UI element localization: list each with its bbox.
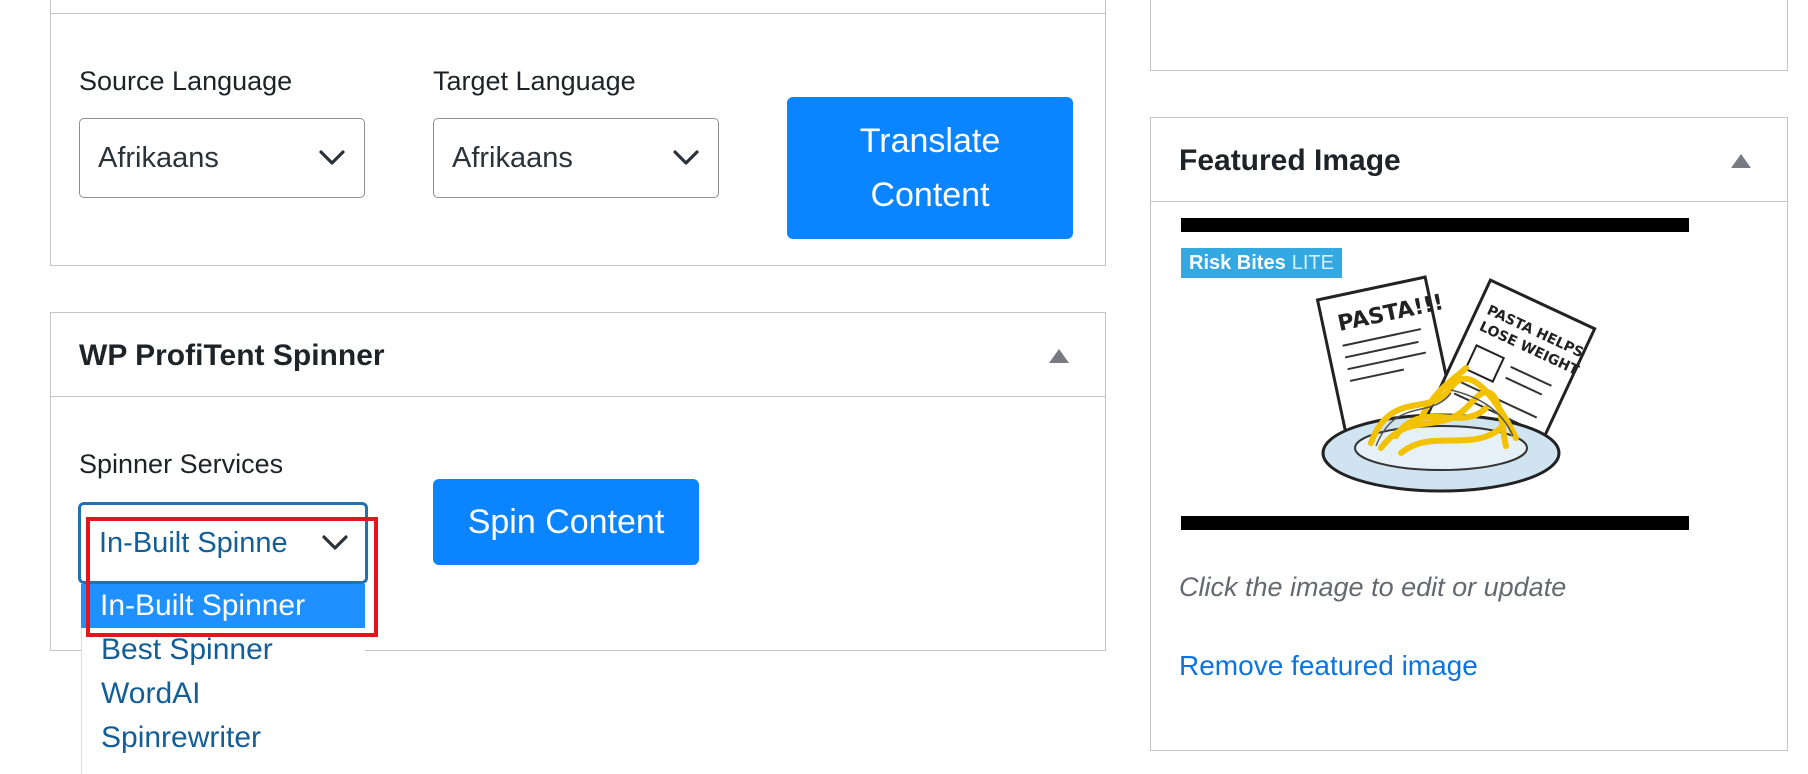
spinner-services-select[interactable]: In-Built Spinne — [79, 503, 367, 583]
target-language-value: Afrikaans — [452, 141, 573, 174]
spin-content-button[interactable]: Spin Content — [433, 479, 699, 565]
translate-content-button[interactable]: Translate Content — [787, 97, 1073, 239]
dropdown-option-wordai[interactable]: WordAI — [82, 672, 365, 716]
spinner-panel-title: WP ProfiTent Spinner — [79, 339, 385, 372]
dropdown-option-best-spinner[interactable]: Best Spinner — [82, 628, 365, 672]
target-language-label: Target Language — [433, 66, 636, 96]
spinner-services-label: Spinner Services — [79, 449, 284, 479]
target-language-select[interactable]: Afrikaans — [433, 118, 719, 198]
collapse-arrow-icon[interactable] — [1049, 349, 1069, 363]
spinner-services-dropdown[interactable]: In-Built Spinner Best Spinner WordAI Spi… — [81, 584, 365, 774]
spinner-panel-header[interactable]: WP ProfiTent Spinner — [51, 313, 1105, 397]
image-letterbox-bottom — [1181, 516, 1689, 530]
logo-text: Risk Bites — [1189, 251, 1286, 274]
dropdown-option-spinrewriter[interactable]: Spinrewriter — [82, 716, 365, 760]
remove-featured-image-link[interactable]: Remove featured image — [1179, 650, 1478, 682]
featured-image-title: Featured Image — [1179, 144, 1401, 177]
featured-image-hint: Click the image to edit or update — [1179, 572, 1567, 602]
chevron-down-icon — [673, 150, 699, 165]
source-language-label: Source Language — [79, 66, 293, 96]
spinner-services-value: In-Built Spinne — [99, 526, 288, 559]
editor-sidebar-area: Source Language Afrikaans Target Languag… — [0, 0, 1808, 774]
source-language-value: Afrikaans — [98, 141, 219, 174]
image-letterbox-top — [1181, 218, 1689, 232]
collapse-arrow-icon[interactable] — [1731, 154, 1751, 168]
featured-image-thumbnail[interactable]: Risk Bites LITE PASTA!!! PASTA HELPS LOS… — [1181, 218, 1689, 530]
panel-divider — [51, 13, 1105, 14]
dropdown-option-inbuilt-spinner[interactable]: In-Built Spinner — [81, 584, 365, 628]
featured-image-header[interactable]: Featured Image — [1151, 118, 1787, 202]
translate-panel: Source Language Afrikaans Target Languag… — [50, 0, 1106, 266]
chevron-down-icon — [319, 150, 345, 165]
sidebar-panel-top — [1150, 0, 1788, 71]
pasta-illustration: PASTA!!! PASTA HELPS LOSE WEIGHT — [1315, 275, 1597, 493]
featured-image-panel: Featured Image Risk Bites LITE PASTA!!! — [1150, 117, 1788, 751]
source-language-select[interactable]: Afrikaans — [79, 118, 365, 198]
chevron-down-icon — [322, 535, 348, 550]
